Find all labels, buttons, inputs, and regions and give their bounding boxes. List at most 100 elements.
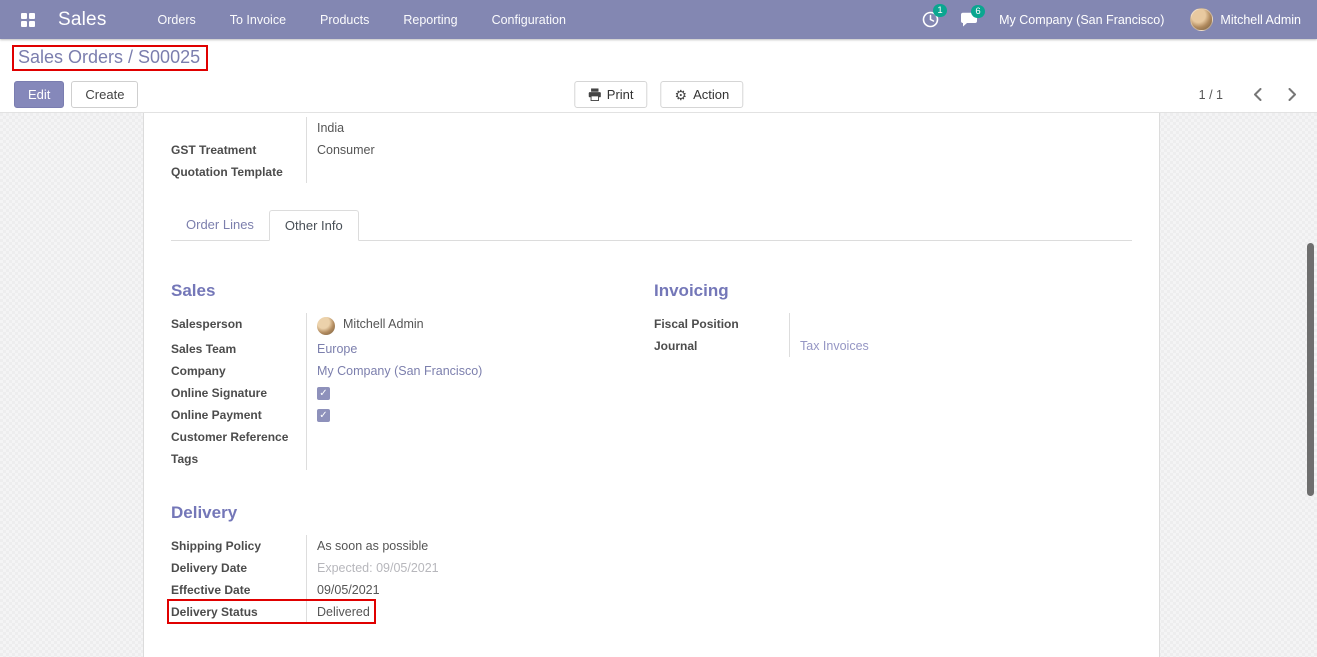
field-row-company: Company My Company (San Francisco) [171, 360, 621, 382]
nav-item-products[interactable]: Products [303, 0, 386, 39]
field-row-effective-date: Effective Date 09/05/2021 [171, 579, 621, 601]
nav-item-reporting[interactable]: Reporting [386, 0, 474, 39]
delivery-section-title: Delivery [171, 503, 238, 522]
annotation-box-breadcrumb: Sales Orders / S00025 [12, 45, 209, 71]
tab-order-lines[interactable]: Order Lines [171, 210, 269, 240]
gst-treatment-label: GST Treatment [171, 143, 257, 157]
vertical-scrollbar[interactable] [1307, 243, 1314, 496]
field-row-quotation-template: Quotation Template [171, 161, 1132, 183]
salesperson-label: Salesperson [171, 317, 243, 331]
breadcrumb[interactable]: Sales Orders / S00025 [18, 47, 200, 68]
online-payment-label: Online Payment [171, 408, 262, 422]
online-payment-value: ✓ [306, 404, 621, 426]
fiscal-position-label: Fiscal Position [654, 317, 739, 331]
field-row-journal: Journal Tax Invoices [654, 335, 1104, 357]
messages-badge: 6 [971, 4, 986, 18]
gst-treatment-value: Consumer [306, 139, 1132, 161]
pager-next-icon[interactable] [1282, 86, 1303, 103]
create-button[interactable]: Create [71, 81, 139, 108]
print-button[interactable]: Print [573, 81, 648, 108]
nav-item-configuration[interactable]: Configuration [475, 0, 583, 39]
company-switcher[interactable]: My Company (San Francisco) [999, 13, 1164, 27]
print-label: Print [606, 87, 634, 102]
field-label-empty [171, 117, 306, 139]
tab-other-info[interactable]: Other Info [268, 210, 359, 241]
breadcrumb-row: Sales Orders / S00025 [0, 39, 1317, 77]
online-signature-value: ✓ [306, 382, 621, 404]
top-navbar: Sales Orders To Invoice Products Reporti… [0, 0, 1317, 39]
gear-icon: ⚙ [674, 86, 688, 103]
online-payment-checkbox: ✓ [317, 409, 330, 422]
notebook-tabs: Order Lines Other Info [171, 210, 1132, 241]
tags-label: Tags [171, 452, 199, 466]
field-row-delivery-status: Delivery Status Delivered [167, 599, 621, 624]
country-value: India [306, 117, 1132, 139]
field-row-shipping-policy: Shipping Policy As soon as possible [171, 535, 621, 557]
other-info-page: Sales Salesperson Mitchell Admin Sales T… [171, 281, 1132, 470]
effective-date-value: 09/05/2021 [306, 579, 621, 601]
apps-menu-icon[interactable] [21, 12, 35, 27]
salesperson-value: Mitchell Admin [306, 313, 621, 338]
control-panel: Sales Orders / S00025 Edit Create Print … [0, 39, 1317, 113]
invoicing-group: Invoicing Fiscal Position Journal Tax In… [654, 281, 1104, 470]
button-row: Edit Create Print ⚙ Action 1 / 1 [0, 77, 1317, 113]
quotation-template-label: Quotation Template [171, 165, 283, 179]
delivery-date-value: Expected: 09/05/2021 [306, 557, 621, 579]
sales-group: Sales Salesperson Mitchell Admin Sales T… [171, 281, 621, 470]
journal-link[interactable]: Tax Invoices [800, 339, 869, 354]
salesperson-name[interactable]: Mitchell Admin [343, 317, 424, 332]
online-signature-label: Online Signature [171, 386, 268, 400]
print-icon [588, 88, 601, 101]
customer-reference-value [306, 426, 621, 448]
pager-previous-icon[interactable] [1247, 86, 1268, 103]
main-content-area: India GST Treatment Consumer Quotation T… [0, 113, 1317, 657]
action-button[interactable]: ⚙ Action [660, 81, 744, 108]
pager-count: 1 / 1 [1198, 87, 1223, 102]
sales-section-title: Sales [171, 281, 216, 300]
quotation-template-value [306, 161, 1132, 183]
delivery-group: Delivery Shipping Policy As soon as poss… [167, 503, 621, 624]
activity-badge: 1 [933, 4, 948, 17]
user-menu[interactable]: Mitchell Admin [1220, 13, 1301, 27]
app-brand[interactable]: Sales [58, 9, 107, 31]
form-sheet: India GST Treatment Consumer Quotation T… [143, 113, 1160, 657]
company-label: Company [171, 364, 226, 378]
effective-date-label: Effective Date [171, 583, 251, 597]
journal-label: Journal [654, 339, 698, 353]
field-row-delivery-date: Delivery Date Expected: 09/05/2021 [171, 557, 621, 579]
fiscal-position-value [789, 313, 1104, 335]
field-row-sales-team: Sales Team Europe [171, 338, 621, 360]
activity-clock-icon[interactable]: 1 [922, 4, 948, 28]
action-label: Action [693, 87, 730, 102]
tags-value [306, 448, 621, 470]
messages-icon[interactable]: 6 [960, 4, 986, 28]
nav-item-to-invoice[interactable]: To Invoice [213, 0, 303, 39]
online-signature-checkbox: ✓ [317, 387, 330, 400]
field-row-salesperson: Salesperson Mitchell Admin [171, 313, 621, 338]
sales-team-value: Europe [306, 338, 621, 360]
user-avatar[interactable] [1190, 8, 1214, 31]
company-link[interactable]: My Company (San Francisco) [317, 364, 482, 379]
customer-reference-label: Customer Reference [171, 430, 289, 444]
field-row-online-payment: Online Payment ✓ [171, 404, 621, 426]
top-field-group: India GST Treatment Consumer Quotation T… [171, 117, 1132, 183]
sales-team-label: Sales Team [171, 342, 237, 356]
journal-value: Tax Invoices [789, 335, 1104, 357]
field-row-fiscal-position: Fiscal Position [654, 313, 1104, 335]
nav-menu: Orders To Invoice Products Reporting Con… [141, 0, 583, 39]
edit-button[interactable]: Edit [14, 81, 65, 108]
invoicing-section-title: Invoicing [654, 281, 729, 300]
pager: 1 / 1 [1199, 86, 1303, 103]
shipping-policy-label: Shipping Policy [171, 539, 262, 553]
systray: 1 6 My Company (San Francisco) Mitchell … [922, 4, 1317, 31]
field-row-online-signature: Online Signature ✓ [171, 382, 621, 404]
field-row-country: India [171, 117, 1132, 139]
delivery-status-value: Delivered [306, 601, 621, 623]
nav-item-orders[interactable]: Orders [141, 0, 213, 39]
delivery-status-label: Delivery Status [171, 605, 258, 619]
field-row-customer-reference: Customer Reference [171, 426, 621, 448]
salesperson-avatar [317, 317, 335, 335]
sales-team-link[interactable]: Europe [317, 342, 357, 357]
delivery-date-label: Delivery Date [171, 561, 248, 575]
shipping-policy-value: As soon as possible [306, 535, 621, 557]
